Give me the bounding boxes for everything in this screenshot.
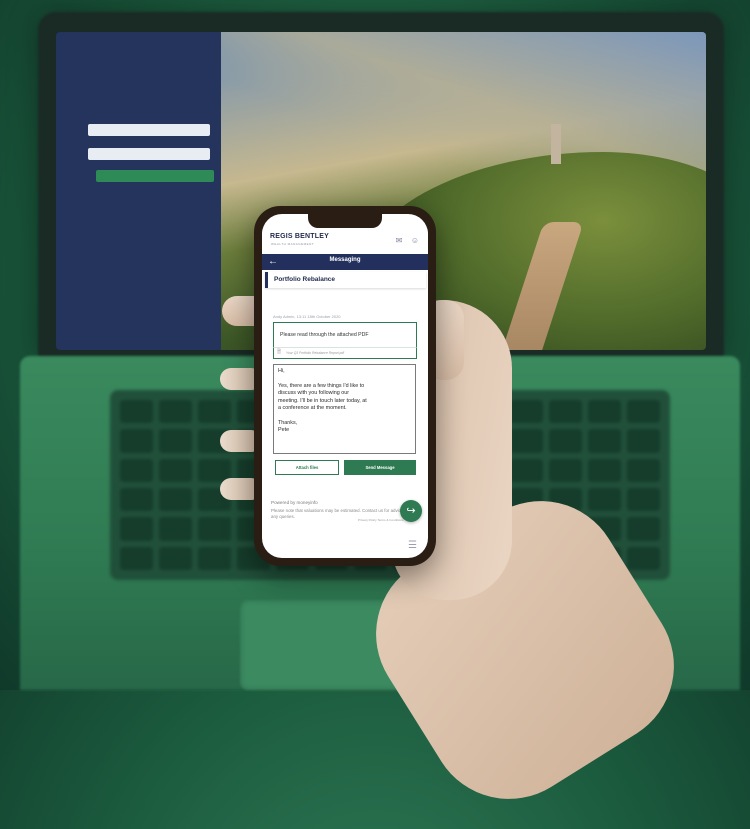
laptop-key — [120, 546, 153, 570]
attachment-name[interactable]: Your Q3 Portfolio Rebalance Report.pdf — [286, 351, 344, 355]
app-header: REGIS BENTLEY WEALTH MANAGEMENT ✉ ☺ — [262, 228, 428, 254]
reply-line: meeting. I'll be in touch later today, a… — [278, 397, 367, 404]
laptop-key — [549, 429, 582, 453]
attachment-row[interactable]: 🗎 Your Q3 Portfolio Rebalance Report.pdf — [273, 347, 417, 359]
phone: REGIS BENTLEY WEALTH MANAGEMENT ✉ ☺ ← Me… — [254, 206, 436, 566]
laptop-key — [549, 458, 582, 482]
send-message-button[interactable]: Send Message — [344, 460, 416, 475]
laptop-password-field — [88, 148, 210, 160]
laptop-key — [549, 400, 582, 424]
phone-screen: REGIS BENTLEY WEALTH MANAGEMENT ✉ ☺ ← Me… — [262, 214, 428, 558]
laptop-key — [120, 487, 153, 512]
laptop-key — [627, 517, 660, 541]
laptop-key — [198, 546, 231, 570]
reply-fab-icon[interactable]: ↪ — [400, 500, 422, 522]
attach-files-button[interactable]: Attach files — [275, 460, 339, 475]
laptop-key — [198, 517, 231, 541]
laptop-key — [627, 546, 660, 570]
subject-card: Portfolio Rebalance — [265, 272, 426, 288]
laptop-key — [627, 429, 660, 453]
brand-subtitle: WEALTH MANAGEMENT — [271, 242, 315, 246]
laptop-key — [120, 400, 153, 424]
reply-line: discuss with you following our — [278, 390, 350, 397]
laptop-key — [510, 458, 543, 482]
laptop-key — [120, 517, 153, 541]
page-title: Messaging — [329, 257, 361, 263]
laptop-key — [510, 429, 543, 453]
laptop-key — [588, 400, 621, 424]
laptop-login-button — [96, 170, 214, 182]
footer-links[interactable]: Privacy Policy Terms & Conditions — [358, 518, 403, 522]
laptop-key — [588, 487, 621, 512]
laptop-key — [510, 400, 543, 424]
laptop-key — [159, 400, 192, 424]
laptop-key — [159, 546, 192, 570]
laptop-key — [159, 517, 192, 541]
reply-line: Pete — [278, 427, 290, 434]
laptop-key — [627, 487, 660, 512]
laptop-key — [159, 458, 192, 482]
document-icon: 🗎 — [277, 349, 282, 355]
mail-icon[interactable]: ✉ — [394, 236, 404, 246]
laptop-key — [588, 429, 621, 453]
laptop-login-panel — [56, 32, 221, 350]
menu-icon[interactable]: ☰ — [408, 541, 417, 551]
reply-line: Thanks, — [278, 419, 298, 426]
message-text: Please read through the attached PDF — [280, 332, 369, 338]
laptop-key — [159, 429, 192, 453]
phone-notch — [308, 214, 382, 228]
brand-logo: REGIS BENTLEY — [270, 233, 329, 240]
laptop-username-field — [88, 124, 210, 136]
powered-by: Powered by moneyinfo — [271, 500, 318, 505]
laptop-key — [120, 429, 153, 453]
message-meta: Andy Admin, 13:11 18th October 2020 — [273, 314, 341, 319]
laptop-key — [627, 400, 660, 424]
user-icon[interactable]: ☺ — [410, 236, 420, 246]
laptop-key — [588, 458, 621, 482]
laptop-key — [159, 487, 192, 512]
reply-line: Yes, there are a few things I'd like to — [278, 382, 365, 389]
reply-textarea[interactable]: Hi, Yes, there are a few things I'd like … — [273, 364, 416, 454]
reply-line: a conference at the moment. — [278, 405, 347, 411]
laptop-key — [198, 400, 231, 424]
message-bubble: Please read through the attached PDF — [273, 322, 417, 348]
subject-title: Portfolio Rebalance — [274, 276, 336, 283]
nav-bar: ← Messaging — [262, 254, 428, 270]
landscape-lighthouse — [551, 124, 561, 164]
laptop-key — [627, 458, 660, 482]
laptop-key — [120, 458, 153, 482]
reply-line: Hi, — [278, 368, 285, 374]
